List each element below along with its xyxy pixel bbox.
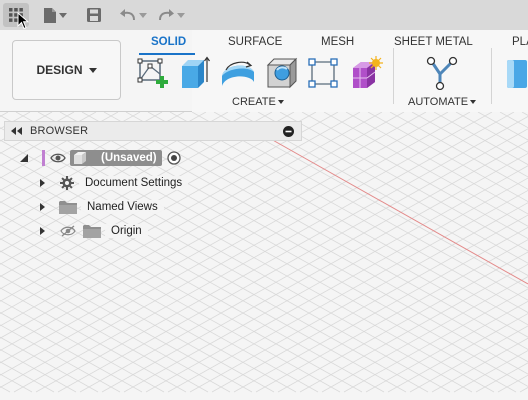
plastic-icon (507, 60, 527, 88)
grid-line (211, 214, 528, 393)
file-icon (43, 7, 56, 23)
grid-line (365, 300, 528, 393)
tab-plastic[interactable]: PLA (512, 36, 528, 48)
chevron-down-icon (277, 100, 284, 104)
toolbar-ribbon: DESIGN SOLID SURFACE MESH SHEET METAL PL… (0, 30, 528, 112)
form-icon (353, 56, 383, 88)
save-icon (87, 8, 101, 22)
extrude-icon (182, 56, 210, 88)
browser-title: BROWSER (30, 125, 89, 137)
eye-hidden-icon[interactable] (60, 225, 76, 237)
folder-icon (83, 225, 101, 238)
grid-line (343, 288, 528, 393)
create-menu[interactable]: CREATE (232, 96, 284, 108)
pattern-button[interactable] (306, 56, 340, 90)
chevron-down-icon (138, 12, 147, 18)
application-bar (0, 0, 528, 30)
root-component-label: (Unsaved) (101, 152, 157, 164)
expand-triangle-icon[interactable] (40, 203, 45, 211)
minimize-panel-icon[interactable] (283, 125, 294, 137)
active-tab-indicator (139, 53, 195, 55)
chevron-down-icon (176, 12, 185, 18)
create-sketch-icon (137, 58, 168, 88)
plastic-tool-button[interactable] (505, 56, 528, 90)
expand-triangle-icon[interactable] (40, 179, 45, 187)
grid-line (301, 112, 528, 240)
create-sketch-button[interactable] (136, 56, 170, 90)
folder-icon (59, 201, 77, 214)
create-group-label: CREATE (232, 96, 276, 108)
revolve-icon (222, 61, 254, 86)
grid-line (233, 226, 528, 393)
file-menu-button[interactable] (40, 3, 70, 27)
hole-icon (266, 57, 298, 89)
eye-icon[interactable] (50, 152, 66, 164)
expand-triangle-icon[interactable] (40, 227, 45, 235)
browser-item-origin[interactable]: Origin (40, 222, 148, 240)
collapse-triangle-icon[interactable] (20, 154, 28, 162)
undo-button[interactable] (118, 3, 148, 27)
browser-root-row[interactable]: (Unsaved) (20, 149, 190, 167)
activate-radio-icon[interactable] (167, 151, 181, 165)
tab-mesh[interactable]: MESH (321, 36, 354, 48)
ribbon-divider (491, 48, 492, 104)
chevron-down-icon (58, 12, 67, 18)
automate-menu[interactable]: AUTOMATE (408, 96, 477, 108)
component-color-bar (42, 150, 45, 166)
component-icon (74, 152, 86, 164)
automate-button[interactable] (424, 56, 458, 91)
grid-line (433, 112, 528, 166)
collapse-panel-icon[interactable] (10, 127, 24, 135)
grid-line (431, 337, 528, 393)
gear-icon (60, 176, 74, 190)
automate-icon (426, 56, 458, 91)
hole-button[interactable] (265, 56, 299, 90)
tab-solid[interactable]: SOLID (151, 36, 186, 48)
browser-panel-header: BROWSER (4, 121, 302, 141)
chevron-down-icon (470, 100, 477, 104)
sketch-pattern-icon (308, 58, 338, 88)
workspace-label: DESIGN (36, 63, 83, 77)
undo-icon (119, 9, 135, 21)
grid-line (299, 263, 528, 393)
automate-group-label: AUTOMATE (408, 96, 469, 108)
root-component-chip[interactable]: (Unsaved) (70, 150, 162, 166)
grid-line (367, 112, 528, 203)
grid-line (279, 112, 528, 252)
revolve-button[interactable] (220, 56, 254, 90)
browser-item-label: Origin (105, 224, 148, 238)
browser-item-label: Document Settings (79, 176, 189, 190)
browser-item-document-settings[interactable]: Document Settings (40, 174, 189, 192)
grid-line (455, 112, 528, 153)
browser-item-label: Named Views (81, 200, 164, 214)
redo-button[interactable] (156, 3, 186, 27)
grid-line (213, 112, 528, 289)
grid-line (277, 251, 528, 393)
grid-line (409, 325, 528, 393)
redo-icon (158, 9, 174, 21)
extrude-button[interactable] (177, 56, 211, 90)
chevron-down-icon (88, 67, 97, 73)
x-axis-line (261, 133, 528, 285)
tab-sheet-metal[interactable]: SHEET METAL (394, 36, 473, 48)
ribbon-divider (393, 48, 394, 104)
browser-item-named-views[interactable]: Named Views (40, 198, 164, 216)
grid-line (497, 374, 528, 393)
tab-surface[interactable]: SURFACE (228, 36, 282, 48)
workspace-switcher-button[interactable]: DESIGN (12, 40, 121, 100)
save-button[interactable] (84, 3, 104, 27)
mouse-cursor-icon (17, 12, 29, 30)
grid-line (411, 112, 528, 178)
create-form-button[interactable] (349, 56, 383, 90)
